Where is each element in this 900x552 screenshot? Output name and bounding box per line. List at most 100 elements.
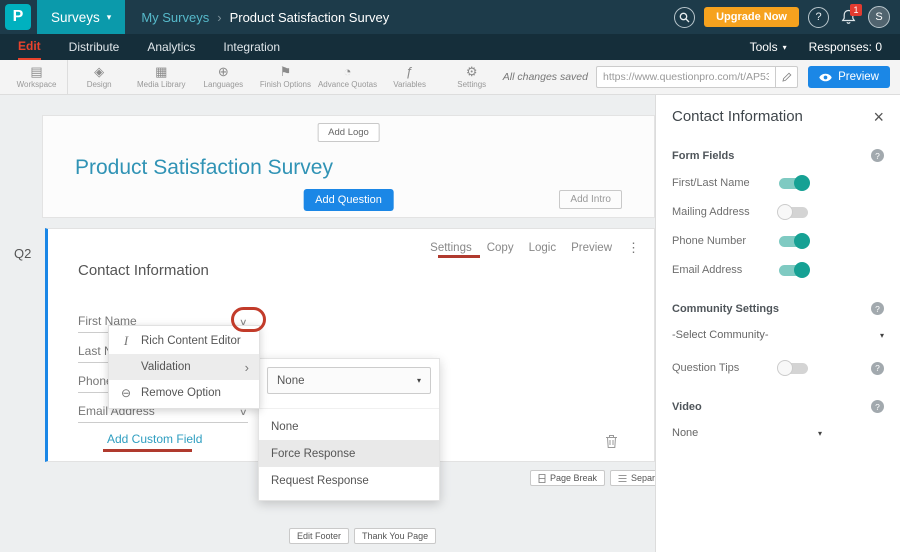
phone-number-toggle[interactable] xyxy=(779,236,808,247)
tab-distribute[interactable]: Distribute xyxy=(69,34,120,60)
top-header: P Surveys ▾ My Surveys › Product Satisfa… xyxy=(0,0,900,34)
question-preview-link[interactable]: Preview xyxy=(571,242,612,254)
question-copy-link[interactable]: Copy xyxy=(487,242,514,254)
nav-right: Tools ▾ Responses: 0 xyxy=(750,40,882,54)
survey-title: Product Satisfaction Survey xyxy=(75,156,333,180)
notification-badge: 1 xyxy=(850,4,862,16)
email-address-toggle[interactable] xyxy=(779,265,808,276)
toolbar-item-variables[interactable]: ƒ Variables xyxy=(379,60,441,95)
trash-icon xyxy=(605,434,618,449)
form-fields-help-icon[interactable]: ? xyxy=(871,149,884,162)
edit-url-button[interactable] xyxy=(775,67,797,87)
questionpro-logo[interactable]: P xyxy=(5,4,31,30)
thank-you-page-button[interactable]: Thank You Page xyxy=(354,528,436,544)
page-break-button[interactable]: Page Break xyxy=(530,470,605,486)
survey-url-box xyxy=(596,66,798,88)
tab-edit[interactable]: Edit xyxy=(18,34,41,60)
validation-select[interactable]: None ▾ xyxy=(267,367,431,394)
mailing-address-toggle[interactable] xyxy=(779,207,808,218)
toolbar-item-design[interactable]: ◈ Design xyxy=(68,60,130,95)
toolbar-item-workspace[interactable]: ▤ Workspace xyxy=(6,60,68,95)
edit-footer-button[interactable]: Edit Footer xyxy=(289,528,349,544)
toggle-label: Phone Number xyxy=(672,235,779,247)
option-request-response[interactable]: Request Response xyxy=(259,467,439,494)
toolbar-label: Media Library xyxy=(137,80,185,89)
question-tips-help-icon[interactable]: ? xyxy=(871,362,884,375)
help-button[interactable]: ? xyxy=(808,7,829,28)
variables-icon: ƒ xyxy=(406,65,413,79)
delete-question-button[interactable] xyxy=(605,434,618,449)
toggle-knob xyxy=(794,233,810,249)
search-button[interactable] xyxy=(674,7,695,28)
panel-header: Contact Information × xyxy=(672,108,884,125)
toolbar-label: Variables xyxy=(393,80,426,89)
community-settings-help-icon[interactable]: ? xyxy=(871,302,884,315)
video-label: Video xyxy=(672,401,702,413)
toolbar-item-languages[interactable]: ⊕ Languages xyxy=(192,60,254,95)
question-tips-toggle[interactable] xyxy=(779,363,808,374)
thank-you-page-label: Thank You Page xyxy=(362,531,428,541)
main-nav: Edit Distribute Analytics Integration To… xyxy=(0,34,900,60)
preview-button[interactable]: Preview xyxy=(808,66,890,88)
video-select[interactable]: None ▾ xyxy=(672,427,822,442)
toolbar-item-media-library[interactable]: ▦ Media Library xyxy=(130,60,192,95)
submenu-arrow-icon: › xyxy=(245,360,249,375)
add-intro-button[interactable]: Add Intro xyxy=(559,190,622,209)
notifications-button[interactable]: 1 xyxy=(841,9,856,25)
breadcrumb: My Surveys › Product Satisfaction Survey xyxy=(141,10,389,25)
menu-item-label: Rich Content Editor xyxy=(141,335,241,347)
community-select-value: -Select Community- xyxy=(672,329,769,341)
languages-icon: ⊕ xyxy=(218,65,229,79)
menu-item-label: Remove Option xyxy=(141,387,221,399)
toggle-row-email-address: Email Address xyxy=(672,262,884,278)
preview-label: Preview xyxy=(838,71,879,83)
toolbar-item-advance-quotas[interactable]: ◔ Advance Quotas xyxy=(316,60,378,95)
add-question-button[interactable]: Add Question xyxy=(303,189,394,211)
caret-down-icon: ▾ xyxy=(417,376,421,385)
toggle-row-first-last-name: First/Last Name xyxy=(672,175,884,191)
toolbar-label: Advance Quotas xyxy=(318,80,377,89)
question-settings-link[interactable]: Settings xyxy=(430,242,472,254)
toggle-knob xyxy=(794,175,810,191)
user-avatar[interactable]: S xyxy=(868,6,890,28)
menu-remove-option[interactable]: ⊖ Remove Option xyxy=(109,380,259,406)
toggle-label: Mailing Address xyxy=(672,206,779,218)
video-section: Video ? xyxy=(672,400,884,413)
toggle-row-mailing-address: Mailing Address xyxy=(672,204,884,220)
question-title: Contact Information xyxy=(78,262,209,279)
toolbar-item-settings[interactable]: ⚙ Settings xyxy=(441,60,503,95)
surveys-menu[interactable]: Surveys ▾ xyxy=(37,0,125,34)
video-help-icon[interactable]: ? xyxy=(871,400,884,413)
menu-validation[interactable]: Validation › xyxy=(109,354,259,380)
survey-toolbar: ▤ Workspace ◈ Design ▦ Media Library ⊕ L… xyxy=(0,60,900,95)
header-actions: Upgrade Now ? 1 S xyxy=(674,6,900,28)
caret-down-icon: ▾ xyxy=(880,331,884,340)
option-force-response[interactable]: Force Response xyxy=(259,440,439,467)
close-panel-button[interactable]: × xyxy=(873,110,884,124)
community-select[interactable]: -Select Community- ▾ xyxy=(672,329,884,344)
remove-circle-icon: ⊖ xyxy=(119,386,133,400)
finish-options-icon: ⚑ xyxy=(280,65,292,79)
toggle-knob xyxy=(777,360,793,376)
community-settings-section: Community Settings ? xyxy=(672,302,884,315)
first-last-name-toggle[interactable] xyxy=(779,178,808,189)
question-logic-link[interactable]: Logic xyxy=(529,242,557,254)
question-mark-icon: ? xyxy=(815,11,821,23)
add-logo-button[interactable]: Add Logo xyxy=(317,123,380,142)
menu-rich-content-editor[interactable]: I Rich Content Editor xyxy=(109,328,259,354)
add-custom-field-link[interactable]: Add Custom Field xyxy=(107,432,202,446)
breadcrumb-my-surveys[interactable]: My Surveys xyxy=(141,10,209,25)
survey-url-input[interactable] xyxy=(597,71,775,83)
more-options-icon[interactable]: ⋮ xyxy=(627,240,640,256)
toggle-knob xyxy=(777,204,793,220)
tab-analytics[interactable]: Analytics xyxy=(147,34,195,60)
toolbar-label: Design xyxy=(87,80,112,89)
responses-count: Responses: 0 xyxy=(809,40,882,54)
upgrade-now-button[interactable]: Upgrade Now xyxy=(704,7,799,27)
toolbar-item-finish-options[interactable]: ⚑ Finish Options xyxy=(254,60,316,95)
question-settings-panel: Contact Information × Form Fields ? Firs… xyxy=(655,95,900,552)
toggle-label: First/Last Name xyxy=(672,177,779,189)
tools-menu[interactable]: Tools ▾ xyxy=(750,40,787,54)
option-none[interactable]: None xyxy=(259,413,439,440)
tab-integration[interactable]: Integration xyxy=(223,34,280,60)
